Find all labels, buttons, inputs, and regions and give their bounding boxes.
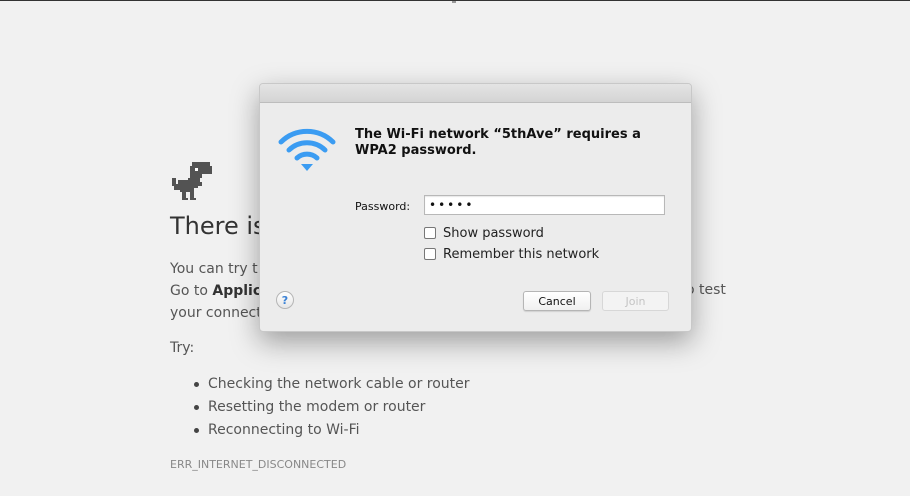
help-icon: ? <box>281 293 289 307</box>
show-password-checkbox-row[interactable]: Show password <box>424 225 544 241</box>
bullet-icon <box>194 382 199 387</box>
wifi-password-dialog: The Wi-Fi network “5thAve” requires a WP… <box>259 83 692 332</box>
cancel-button[interactable]: Cancel <box>523 291 591 311</box>
show-password-checkbox[interactable] <box>424 227 436 239</box>
help-button[interactable]: ? <box>276 291 294 309</box>
dialog-message: The Wi-Fi network “5thAve” requires a WP… <box>355 127 641 158</box>
remember-network-checkbox[interactable] <box>424 248 436 260</box>
password-field[interactable] <box>424 195 665 215</box>
suggestion-text: Reconnecting to Wi-Fi <box>208 422 360 438</box>
bullet-icon <box>194 428 199 433</box>
suggestion-text: Checking the network cable or router <box>208 376 470 392</box>
bullet-icon <box>194 405 199 410</box>
explanation-line-2-bold: Applic <box>212 283 262 299</box>
try-label: Try: <box>170 340 195 356</box>
remember-network-checkbox-row[interactable]: Remember this network <box>424 246 599 262</box>
suggestion-text: Resetting the modem or router <box>208 399 426 415</box>
suggestion-item: Checking the network cable or router <box>186 373 470 396</box>
show-password-label[interactable]: Show password <box>443 226 544 241</box>
dialog-titlebar[interactable] <box>260 84 691 103</box>
explanation-line-2-prefix: Go to <box>170 283 213 299</box>
error-code: ERR_INTERNET_DISCONNECTED <box>170 458 347 471</box>
top-nub <box>452 1 456 3</box>
password-label: Password: <box>355 200 411 213</box>
suggestion-item: Reconnecting to Wi-Fi <box>186 419 470 442</box>
join-button[interactable]: Join <box>602 291 669 311</box>
remember-network-label[interactable]: Remember this network <box>443 247 599 262</box>
page-heading: There is <box>170 212 266 240</box>
suggestion-item: Resetting the modem or router <box>186 396 470 419</box>
dinosaur-icon <box>172 162 212 200</box>
wifi-icon <box>278 128 336 171</box>
suggestion-list: Checking the network cable or router Res… <box>186 373 470 442</box>
